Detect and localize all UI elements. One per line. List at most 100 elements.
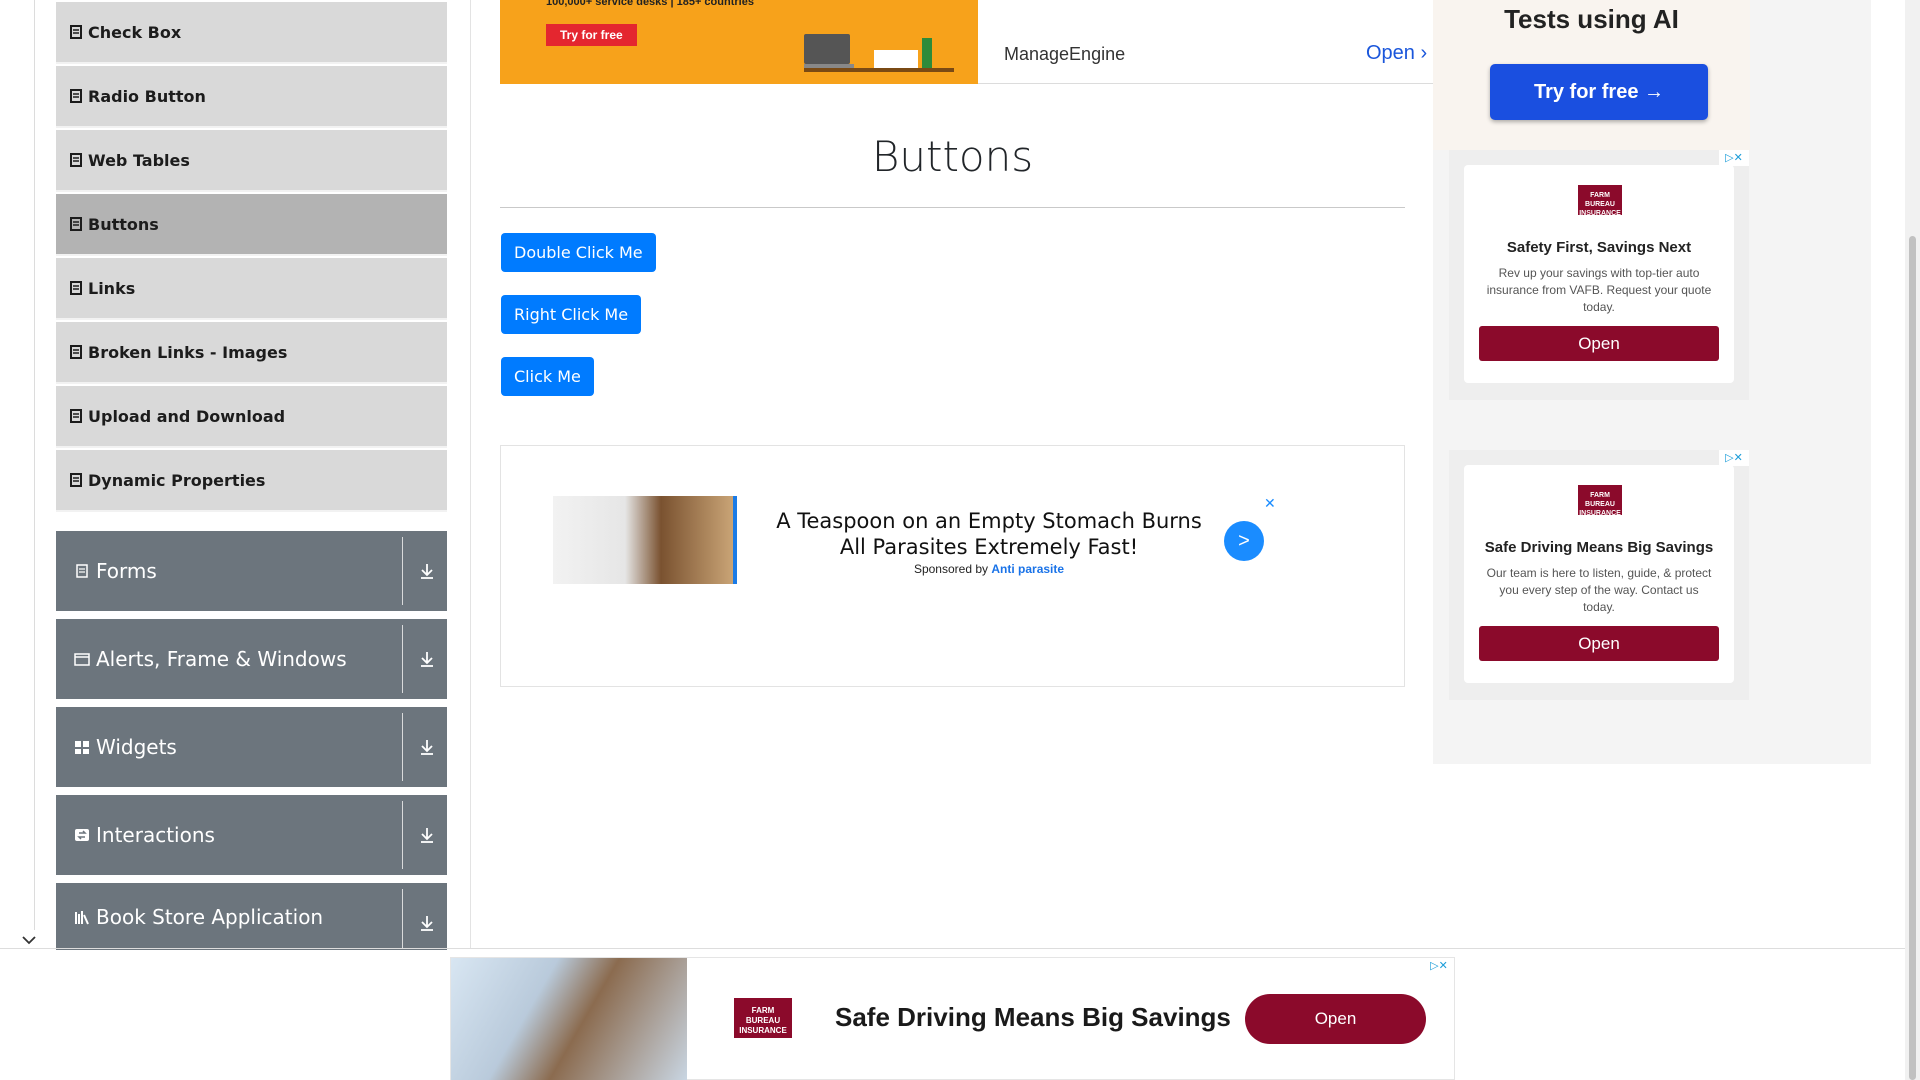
sidebar-item-check-box[interactable]: Check Box (56, 2, 447, 64)
double-click-button[interactable]: Double Click Me (501, 233, 656, 272)
right-ad-try-button[interactable]: Try for free → (1490, 64, 1708, 120)
sponsor-link[interactable]: Anti parasite (991, 562, 1064, 576)
adchoices-icon[interactable]: ▷✕ (1719, 150, 1749, 166)
group-divider (402, 801, 403, 869)
right-ad-card-1[interactable]: ▷✕ FARM BUREAU INSURANCE Safety First, S… (1449, 150, 1749, 400)
content-divider (470, 0, 471, 948)
ad-open-button[interactable]: Open (1245, 994, 1426, 1044)
group-divider (402, 537, 403, 605)
book-icon (75, 910, 89, 924)
ad-card-headline: Safe Driving Means Big Savings (1484, 539, 1714, 556)
farm-bureau-logo: FARM BUREAU INSURANCE (1578, 185, 1622, 217)
sidebar-group-forms[interactable]: Forms (56, 531, 447, 611)
widgets-icon (75, 741, 89, 754)
footer-divider (0, 948, 1920, 949)
sidebar-group-alerts[interactable]: Alerts, Frame & Windows (56, 619, 447, 699)
ad-card-open-button[interactable]: Open (1479, 326, 1719, 361)
document-icon (70, 345, 82, 359)
group-divider (402, 889, 403, 949)
ad-tagline: 100,000+ service desks | 185+ countries (546, 0, 754, 8)
ad-photo[interactable] (553, 496, 737, 584)
chevron-right-icon: › (1420, 42, 1428, 64)
adchoices-icon[interactable]: ▷✕ (1719, 450, 1749, 466)
ad-card-body: Rev up your savings with top-tier auto i… (1486, 266, 1712, 314)
sidebar-item-upload-download[interactable]: Upload and Download (56, 386, 447, 448)
ad-go-button[interactable]: > (1224, 521, 1264, 561)
ad-open-link[interactable]: Open › (1366, 42, 1427, 65)
top-ad[interactable]: 100,000+ service desks | 185+ countries … (500, 0, 1440, 84)
document-icon (70, 281, 82, 295)
right-ad-heading: Tests using AI (1504, 4, 1679, 34)
ad-try-button[interactable]: Try for free (546, 24, 637, 46)
sidebar-item-label: Radio Button (88, 86, 206, 106)
farm-bureau-logo: FARM BUREAU INSURANCE (734, 998, 792, 1038)
window-icon (74, 653, 90, 666)
ad-sponsored: Sponsored by Anti parasite (769, 562, 1209, 576)
download-arrow-icon[interactable] (417, 825, 437, 845)
sidebar-item-web-tables[interactable]: Web Tables (56, 130, 447, 192)
page: Check Box Radio Button Web Tables Button… (0, 0, 1920, 1080)
bottom-ad[interactable]: FARM BUREAU INSURANCE Safe Driving Means… (450, 957, 1455, 1080)
vertical-scrollbar[interactable] (1905, 0, 1920, 1080)
ad-banner[interactable]: 100,000+ service desks | 185+ countries … (500, 0, 978, 84)
sidebar-group-label: Alerts, Frame & Windows (96, 647, 347, 671)
ad-brand: ManageEngine (1004, 44, 1126, 64)
chevron-down-icon[interactable] (16, 930, 42, 950)
sidebar-item-label: Buttons (88, 214, 159, 234)
ad-card-body: Our team is here to listen, guide, & pro… (1486, 566, 1712, 614)
ad-card-inner: FARM BUREAU INSURANCE Safety First, Savi… (1464, 165, 1734, 383)
sidebar-item-label: Web Tables (88, 150, 190, 170)
left-divider (34, 0, 35, 930)
sidebar-item-label: Upload and Download (88, 406, 286, 426)
sidebar-group-label: Widgets (96, 735, 177, 759)
ad-headline[interactable]: A Teaspoon on an Empty Stomach Burns All… (769, 508, 1209, 560)
ad-open-label: Open (1366, 42, 1415, 64)
ad-card-headline: Safety First, Savings Next (1506, 239, 1692, 256)
sidebar-group-label: Book Store Application (96, 904, 324, 929)
page-title: Buttons (871, 132, 1034, 181)
scrollbar-thumb[interactable] (1909, 236, 1916, 1080)
ad-headline[interactable]: Safe Driving Means Big Savings (835, 1002, 1231, 1033)
sidebar: Check Box Radio Button Web Tables Button… (56, 0, 447, 950)
right-click-button[interactable]: Right Click Me (501, 295, 642, 334)
right-top-ad[interactable]: Tests using AI Try for free → (1433, 0, 1750, 150)
download-arrow-icon[interactable] (417, 913, 437, 933)
document-icon (70, 25, 82, 39)
form-icon (76, 564, 88, 578)
ad-card-open-button[interactable]: Open (1479, 626, 1719, 661)
middle-ad[interactable]: A Teaspoon on an Empty Stomach Burns All… (500, 445, 1405, 687)
sidebar-group-label: Forms (96, 559, 157, 583)
ad-photo[interactable] (451, 958, 687, 1080)
sidebar-item-label: Dynamic Properties (88, 470, 266, 490)
click-me-button[interactable]: Click Me (501, 357, 594, 396)
sidebar-group-book-store[interactable]: Book Store Application (56, 883, 447, 950)
sidebar-item-radio-button[interactable]: Radio Button (56, 66, 447, 128)
farm-bureau-logo: FARM BUREAU INSURANCE (1578, 485, 1622, 517)
sponsored-prefix: Sponsored by (913, 562, 989, 576)
sidebar-item-broken-links[interactable]: Broken Links - Images (56, 322, 447, 384)
document-icon (70, 153, 82, 167)
sidebar-group-interactions[interactable]: Interactions (56, 795, 447, 875)
download-arrow-icon[interactable] (417, 561, 437, 581)
sidebar-item-label: Broken Links - Images (88, 342, 288, 362)
sidebar-item-links[interactable]: Links (56, 258, 447, 320)
sidebar-group-label: Interactions (96, 823, 215, 847)
document-icon (70, 217, 82, 231)
download-arrow-icon[interactable] (417, 649, 437, 669)
group-divider (402, 625, 403, 693)
sidebar-item-dynamic-properties[interactable]: Dynamic Properties (56, 450, 447, 512)
sidebar-item-label: Links (88, 278, 136, 298)
sidebar-item-label: Check Box (88, 22, 182, 42)
close-icon[interactable]: ✕ (1264, 495, 1276, 512)
title-divider (500, 207, 1405, 208)
right-ad-card-2[interactable]: ▷✕ FARM BUREAU INSURANCE Safe Driving Me… (1449, 450, 1749, 700)
group-divider (402, 713, 403, 781)
interactions-icon (75, 829, 89, 841)
sidebar-group-widgets[interactable]: Widgets (56, 707, 447, 787)
sidebar-item-buttons[interactable]: Buttons (56, 194, 447, 256)
adchoices-icon[interactable]: ▷✕ (1424, 958, 1454, 974)
document-icon (70, 473, 82, 487)
download-arrow-icon[interactable] (417, 737, 437, 757)
laptop-illustration-icon (804, 34, 954, 72)
document-icon (70, 409, 82, 423)
